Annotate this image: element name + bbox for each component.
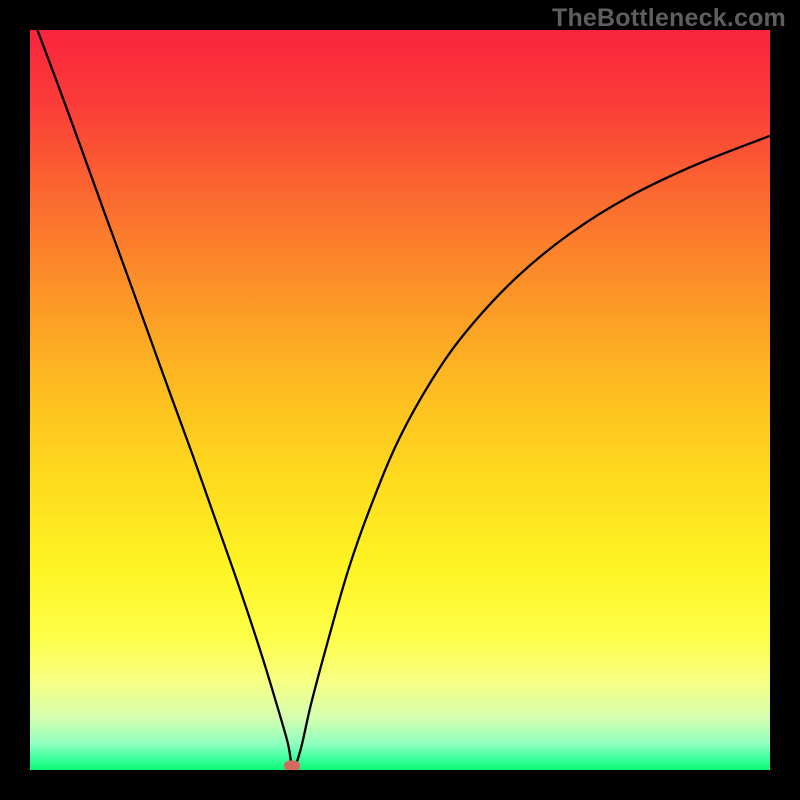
curve-layer [30,30,770,770]
bottleneck-curve [37,30,770,767]
watermark-text: TheBottleneck.com [552,4,786,33]
plot-area [30,30,770,770]
minimum-marker [284,760,300,770]
chart-frame: TheBottleneck.com [0,0,800,800]
